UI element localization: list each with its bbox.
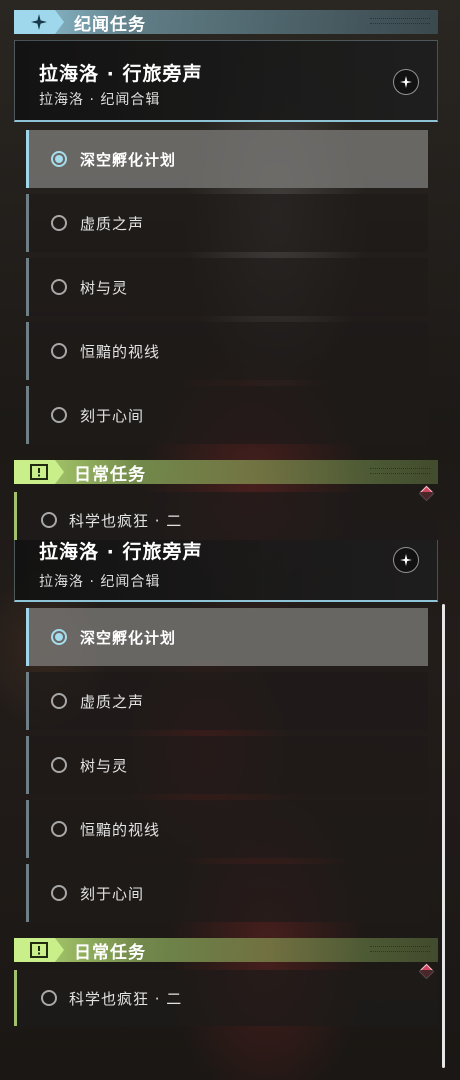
quest-item[interactable]: 深空孵化计划 [26,608,428,666]
radio-icon [51,215,67,231]
quest-name: 虚质之声 [80,692,145,711]
questline-title: 拉海洛 · 行旅旁声 [39,541,203,563]
star-compass-icon [393,547,419,573]
quest-item[interactable]: 树与灵 [26,258,428,316]
exclamation-icon [14,460,64,484]
decorative-dots [370,946,430,952]
sparkle-icon [14,10,64,34]
section-label: 日常任务 [74,942,146,963]
radio-selected-icon [51,151,67,167]
quest-item[interactable]: 刻于心间 [26,864,428,922]
decorative-dots [370,18,430,24]
radio-icon [51,821,67,837]
quest-name: 树与灵 [80,278,129,297]
daily-quest-item[interactable]: 科学也疯狂 · 二 [14,492,438,540]
quest-item[interactable]: 恒黯的视线 [26,800,428,858]
radio-icon [51,885,67,901]
quest-name: 恒黯的视线 [80,820,161,839]
questline-title: 拉海洛 · 行旅旁声 [39,63,203,85]
quest-panel-bottom: 拉海洛 · 行旅旁声 拉海洛 · 纪闻合辑 深空孵化计划 虚质之声 树与灵 恒黯… [0,540,460,1080]
star-compass-icon [393,69,419,95]
quest-name: 刻于心间 [80,406,145,425]
daily-quest-item[interactable]: 科学也疯狂 · 二 [14,970,438,1026]
questline-subtitle: 拉海洛 · 纪闻合辑 [39,92,161,108]
decorative-dots [370,468,430,474]
story-quests-header[interactable]: 纪闻任务 [14,10,438,35]
quest-item[interactable]: 虚质之声 [26,194,428,252]
exclamation-icon [14,938,64,962]
radio-icon [51,757,67,773]
radio-icon [51,343,67,359]
quest-name: 科学也疯狂 · 二 [69,989,183,1008]
quest-item[interactable]: 刻于心间 [26,386,428,444]
radio-icon [41,990,57,1006]
questline-subtitle: 拉海洛 · 纪闻合辑 [39,574,161,590]
radio-icon [51,279,67,295]
radio-selected-icon [51,629,67,645]
quest-name: 深空孵化计划 [80,150,177,169]
questline-card[interactable]: 拉海洛 · 行旅旁声 拉海洛 · 纪闻合辑 [14,40,438,122]
quest-panel-top: 纪闻任务 拉海洛 · 行旅旁声 拉海洛 · 纪闻合辑 深空孵化计划 虚质之声 树… [0,0,460,540]
daily-quests-header[interactable]: 日常任务 [14,938,438,963]
quest-name: 深空孵化计划 [80,628,177,647]
quest-item[interactable]: 树与灵 [26,736,428,794]
section-label: 日常任务 [74,464,146,485]
quest-name: 科学也疯狂 · 二 [69,511,183,530]
quest-item[interactable]: 虚质之声 [26,672,428,730]
radio-icon [51,407,67,423]
quest-name: 树与灵 [80,756,129,775]
radio-icon [51,693,67,709]
section-label: 纪闻任务 [74,14,146,35]
questline-card[interactable]: 拉海洛 · 行旅旁声 拉海洛 · 纪闻合辑 [14,540,438,602]
quest-name: 恒黯的视线 [80,342,161,361]
quest-item[interactable]: 恒黯的视线 [26,322,428,380]
scrollbar[interactable] [442,604,445,1068]
quest-item[interactable]: 深空孵化计划 [26,130,428,188]
quest-name: 虚质之声 [80,214,145,233]
daily-quests-header[interactable]: 日常任务 [14,460,438,485]
radio-icon [41,512,57,528]
quest-name: 刻于心间 [80,884,145,903]
